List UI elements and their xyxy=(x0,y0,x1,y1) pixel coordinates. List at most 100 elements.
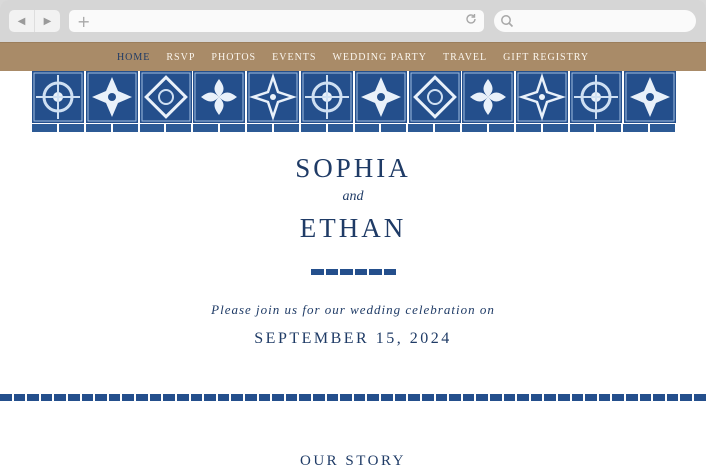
band-segment xyxy=(394,394,407,401)
nav-wedding-party[interactable]: WEDDING PARTY xyxy=(324,52,435,63)
band-segment xyxy=(204,394,216,401)
page-content: SOPHIA and ETHAN Please join us for our … xyxy=(0,71,706,469)
band-segment xyxy=(54,394,67,401)
band-segment xyxy=(571,394,584,401)
band-segment xyxy=(517,394,529,401)
invitation-text: Please join us for our wedding celebrati… xyxy=(211,302,495,317)
band-segment xyxy=(557,394,570,401)
band-segment xyxy=(95,394,107,401)
forward-arrow-icon[interactable]: ▶ xyxy=(34,10,60,32)
decorative-tile xyxy=(85,71,138,123)
band-segment xyxy=(176,394,189,401)
band-segment xyxy=(340,394,352,401)
band-segment xyxy=(272,394,284,401)
band-segment xyxy=(13,394,26,401)
tile-brick xyxy=(650,124,675,132)
tile-brick xyxy=(139,124,165,132)
decorative-tile xyxy=(623,71,676,123)
reload-icon[interactable] xyxy=(465,13,477,25)
decorative-tile xyxy=(139,71,192,123)
band-segment xyxy=(435,394,448,401)
band-segment xyxy=(326,394,339,401)
tile-brick xyxy=(515,124,541,132)
divider-segment xyxy=(354,269,367,275)
band-segment xyxy=(626,394,638,401)
band-segment xyxy=(68,394,80,401)
tile-brick xyxy=(488,124,514,132)
search-box[interactable] xyxy=(494,10,696,32)
browser-window: ◀ ▶ + HOME RSVP PHOTOS EVENTS WEDDING PA… xyxy=(0,0,706,469)
nav-travel[interactable]: TRAVEL xyxy=(435,52,495,63)
tile-brick xyxy=(220,124,245,132)
band-segment xyxy=(449,394,461,401)
tile-brick xyxy=(85,124,111,132)
band-segment xyxy=(108,394,121,401)
tile-brick xyxy=(166,124,192,132)
band-segment xyxy=(27,394,39,401)
band-segment xyxy=(544,394,556,401)
name-conjunction: and xyxy=(342,189,364,204)
tile-brick xyxy=(273,124,299,132)
band-segment xyxy=(598,394,611,401)
band-segment xyxy=(462,394,475,401)
band-segment xyxy=(694,394,706,401)
tile-brick xyxy=(462,124,487,132)
wedding-date: SEPTEMBER 15, 2024 xyxy=(254,330,452,347)
tile-brick xyxy=(354,124,380,132)
nav-gift-registry[interactable]: GIFT REGISTRY xyxy=(495,52,597,63)
address-bar[interactable]: + xyxy=(69,10,484,32)
band-segment xyxy=(680,394,693,401)
tile-brick xyxy=(623,124,649,132)
groom-name: ETHAN xyxy=(299,213,407,243)
divider-segment xyxy=(369,269,382,275)
section-divider-band xyxy=(0,394,706,401)
nav-photos[interactable]: PHOTOS xyxy=(203,52,264,63)
tile-brick xyxy=(327,124,353,132)
tile-brick-row xyxy=(32,124,675,132)
decorative-tile xyxy=(408,71,461,123)
band-segment xyxy=(612,394,625,401)
back-arrow-icon[interactable]: ◀ xyxy=(9,10,34,32)
divider-segment xyxy=(311,269,324,275)
band-segment xyxy=(190,394,203,401)
nav-events[interactable]: EVENTS xyxy=(264,52,324,63)
band-segment xyxy=(122,394,135,401)
tile-border-decoration xyxy=(32,71,676,133)
band-segment xyxy=(285,394,298,401)
band-segment xyxy=(489,394,502,401)
band-segment xyxy=(40,394,53,401)
plus-icon[interactable]: + xyxy=(77,12,90,31)
decorative-tile xyxy=(462,71,515,123)
divider-segment xyxy=(383,269,396,275)
tile-brick xyxy=(381,124,407,132)
decorative-tile xyxy=(301,71,353,123)
tile-brick xyxy=(112,124,138,132)
tile-brick xyxy=(247,124,272,132)
tile-brick xyxy=(193,124,219,132)
tile-brick xyxy=(408,124,434,132)
browser-toolbar: ◀ ▶ + xyxy=(0,0,706,42)
band-segment xyxy=(381,394,393,401)
divider-segment xyxy=(325,269,338,275)
band-segment xyxy=(217,394,230,401)
search-icon xyxy=(501,15,514,28)
decorative-tile xyxy=(570,71,622,123)
nav-rsvp[interactable]: RSVP xyxy=(158,52,203,63)
tile-brick xyxy=(569,124,595,132)
band-segment xyxy=(476,394,488,401)
band-segment xyxy=(313,394,325,401)
band-segment xyxy=(136,394,148,401)
band-segment xyxy=(244,394,257,401)
band-segment xyxy=(353,394,366,401)
band-segment xyxy=(653,394,665,401)
band-segment xyxy=(530,394,543,401)
band-segment xyxy=(163,394,175,401)
divider-ornament xyxy=(311,269,396,275)
band-segment xyxy=(231,394,243,401)
decorative-tile xyxy=(516,71,569,123)
site-navigation: HOME RSVP PHOTOS EVENTS WEDDING PARTY TR… xyxy=(0,42,706,72)
decorative-tile xyxy=(193,71,246,123)
nav-home[interactable]: HOME xyxy=(109,52,158,63)
band-segment xyxy=(81,394,94,401)
band-segment xyxy=(408,394,420,401)
